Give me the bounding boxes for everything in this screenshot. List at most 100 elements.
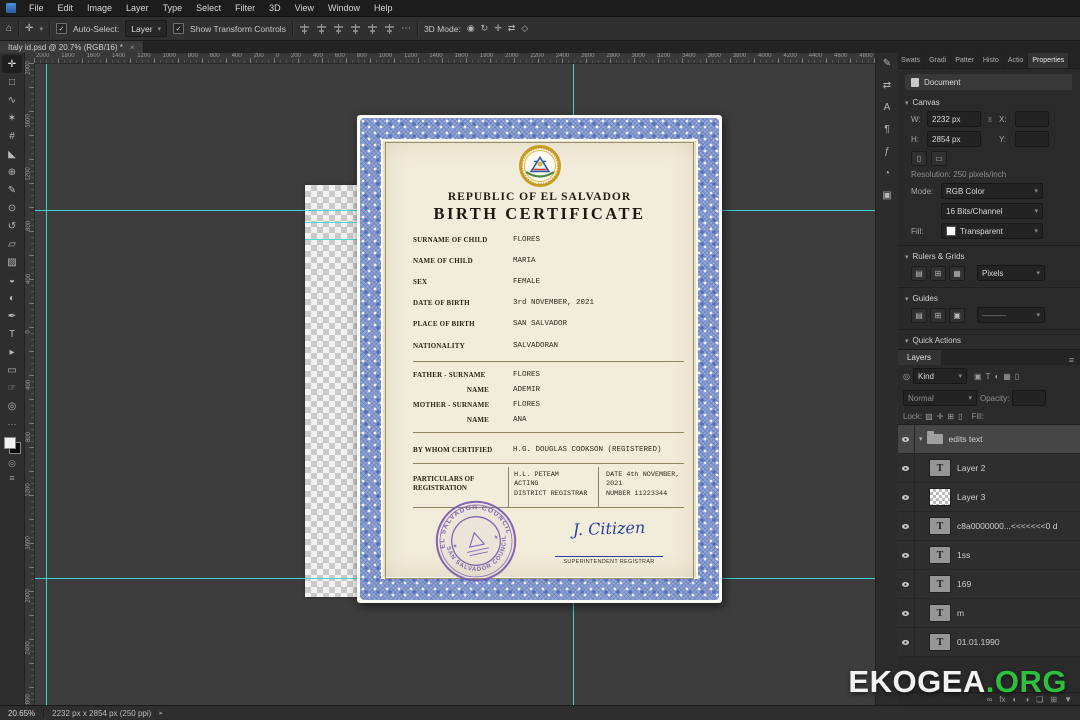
visibility-toggle[interactable] xyxy=(897,454,915,482)
guide-style-dropdown[interactable]: ——— ▾ xyxy=(977,307,1045,323)
panel-tab[interactable]: Patter xyxy=(951,53,979,68)
auto-select-checkbox[interactable]: ✓ xyxy=(55,23,67,34)
panel-tab[interactable]: Gradi xyxy=(925,53,952,68)
group-chevron-icon[interactable]: ▾ xyxy=(919,435,923,443)
menu-item[interactable]: File xyxy=(22,0,51,16)
gradient-tool[interactable]: ▨ xyxy=(2,253,22,271)
glyphs-panel-icon[interactable]: ƒ xyxy=(884,146,890,157)
layer-row[interactable]: ▾ T m xyxy=(897,599,1080,628)
menu-item[interactable]: Type xyxy=(156,0,190,16)
align-top-icon[interactable] xyxy=(349,23,361,34)
paragraph-panel-icon[interactable]: ¶ xyxy=(884,124,889,135)
layer-name[interactable]: 169 xyxy=(957,579,971,589)
kind-filter-dropdown[interactable]: Kind ▾ xyxy=(912,368,967,384)
bit-depth-dropdown[interactable]: 16 Bits/Channel ▾ xyxy=(941,203,1043,219)
libraries-panel-icon[interactable]: ▣ xyxy=(882,190,891,201)
eraser-tool[interactable]: ▱ xyxy=(2,235,22,253)
menu-item[interactable]: Help xyxy=(367,0,400,16)
width-input[interactable]: 2232 px xyxy=(927,111,981,127)
edit-toolbar-icon[interactable]: ⋯ xyxy=(8,419,17,430)
visibility-toggle[interactable] xyxy=(897,628,915,656)
filter-smart-object-icon[interactable]: ▯ xyxy=(1015,372,1019,381)
menu-item[interactable]: View xyxy=(288,0,321,16)
layers-panel-tab[interactable]: Layers xyxy=(897,350,942,365)
new-guide-icon[interactable]: ▤ xyxy=(911,307,927,323)
layer-name[interactable]: 01.01.1990 xyxy=(957,637,1000,647)
layer-row[interactable]: ▾ T 01.01.1990 xyxy=(897,628,1080,657)
visibility-toggle[interactable] xyxy=(897,483,915,511)
filter-search-icon[interactable]: ◎ xyxy=(903,372,910,381)
filter-pixel-icon[interactable]: ▣ xyxy=(974,372,982,381)
document-tab[interactable]: Italy id.psd @ 20.7% (RGB/16) * × xyxy=(0,41,144,53)
lock-all-icon[interactable]: ▯ xyxy=(958,412,962,421)
layer-name[interactable]: m xyxy=(957,608,964,618)
character-panel-icon[interactable]: A xyxy=(884,102,891,113)
guides-section-header[interactable]: ▾ Guides xyxy=(897,290,1080,305)
menu-item[interactable]: Filter xyxy=(228,0,262,16)
status-arrow-icon[interactable]: ▸ xyxy=(159,709,163,717)
menu-item[interactable]: Image xyxy=(80,0,119,16)
layer-name[interactable]: Layer 3 xyxy=(957,492,985,502)
path-select-tool[interactable]: ▸ xyxy=(2,343,22,361)
layer-name[interactable]: c8a0000000...<<<<<<<0 d xyxy=(957,521,1057,531)
pen-tool[interactable]: ✒ xyxy=(2,307,22,325)
transparent-layer-strip[interactable] xyxy=(305,185,357,597)
crop-tool[interactable]: # xyxy=(2,127,22,145)
filter-type-icon[interactable]: T xyxy=(986,372,991,381)
opacity-input[interactable] xyxy=(1012,390,1047,406)
panel-tab[interactable]: Histo xyxy=(979,53,1004,68)
vertical-ruler[interactable]: 2000 1600 1200 800 400 0 400 800 1200 1600 2000 240… xyxy=(24,61,35,708)
align-bottom-icon[interactable] xyxy=(383,23,395,34)
menu-item[interactable]: 3D xyxy=(262,0,288,16)
zoom-tool[interactable]: ◎ xyxy=(2,397,22,415)
3d-scale-icon[interactable]: ◇ xyxy=(521,23,528,34)
layer-row[interactable]: ▾ T Layer 3 xyxy=(897,483,1080,512)
quick-mask-icon[interactable]: ◎ xyxy=(8,458,16,469)
history-brush-tool[interactable]: ↺ xyxy=(2,217,22,235)
clear-guides-icon[interactable]: ▣ xyxy=(949,307,965,323)
blend-mode-dropdown[interactable]: Normal ▾ xyxy=(903,390,977,406)
menu-item[interactable]: Window xyxy=(321,0,367,16)
lock-transparency-icon[interactable]: ▨ xyxy=(925,412,933,421)
layer-row[interactable]: ▾ T 1ss xyxy=(897,541,1080,570)
quick-actions-section-header[interactable]: ▾ Quick Actions xyxy=(897,332,1080,347)
layer-row[interactable]: ▾ T Layer 2 xyxy=(897,454,1080,483)
ruler-toggle-icon[interactable]: ▤ xyxy=(911,265,927,281)
visibility-toggle[interactable] xyxy=(897,425,915,453)
rulers-grids-section-header[interactable]: ▾ Rulers & Grids xyxy=(897,248,1080,263)
3d-pan-icon[interactable]: ✛ xyxy=(494,23,502,34)
auto-select-target-dropdown[interactable]: Layer ▾ xyxy=(125,20,168,37)
filter-adjustment-icon[interactable]: ◐ xyxy=(994,372,999,381)
link-dimensions-icon[interactable]: ∞ xyxy=(986,114,995,124)
color-mode-dropdown[interactable]: RGB Color ▾ xyxy=(941,183,1043,199)
panel-menu-icon[interactable]: ≡ xyxy=(1069,355,1080,365)
blur-tool[interactable]: ◒ xyxy=(2,271,22,289)
layer-name[interactable]: Layer 2 xyxy=(957,463,985,473)
type-tool[interactable]: T xyxy=(2,325,22,343)
color-swatches[interactable] xyxy=(3,437,21,454)
menu-item[interactable]: Edit xyxy=(51,0,81,16)
align-middle-icon[interactable] xyxy=(366,23,378,34)
layer-row[interactable]: ▾ T 169 xyxy=(897,570,1080,599)
zoom-level[interactable]: 20.65% xyxy=(8,709,35,718)
more-align-options-icon[interactable]: ⋯ xyxy=(401,23,411,34)
marquee-tool[interactable]: □ xyxy=(2,73,22,91)
height-input[interactable]: 2854 px xyxy=(927,131,981,147)
snap-toggle-icon[interactable]: ▦ xyxy=(949,265,965,281)
visibility-toggle[interactable] xyxy=(897,512,915,540)
panel-tab[interactable]: Swats xyxy=(897,53,926,68)
layer-name[interactable]: 1ss xyxy=(957,550,970,560)
menu-item[interactable]: Layer xyxy=(119,0,156,16)
y-input[interactable] xyxy=(1015,131,1049,147)
canvas-section-header[interactable]: ▾ Canvas xyxy=(897,94,1080,109)
layer-row[interactable]: ▾ T edits text xyxy=(897,425,1080,454)
show-transform-checkbox[interactable]: ✓ xyxy=(173,23,185,34)
birth-certificate-document[interactable]: REPUBLIC OF EL SALVADOR BIRTH CERTIFICAT… xyxy=(357,115,722,603)
brush-tool[interactable]: ✎ xyxy=(2,181,22,199)
clone-stamp-tool[interactable]: ⊙ xyxy=(2,199,22,217)
lock-position-icon[interactable]: ⊞ xyxy=(947,412,954,421)
document-type-row[interactable]: Document xyxy=(905,74,1072,90)
brush-settings-panel-icon[interactable]: ✎ xyxy=(883,58,891,69)
foreground-color-swatch[interactable] xyxy=(3,437,16,449)
panel-tab[interactable]: Actio xyxy=(1004,53,1029,68)
